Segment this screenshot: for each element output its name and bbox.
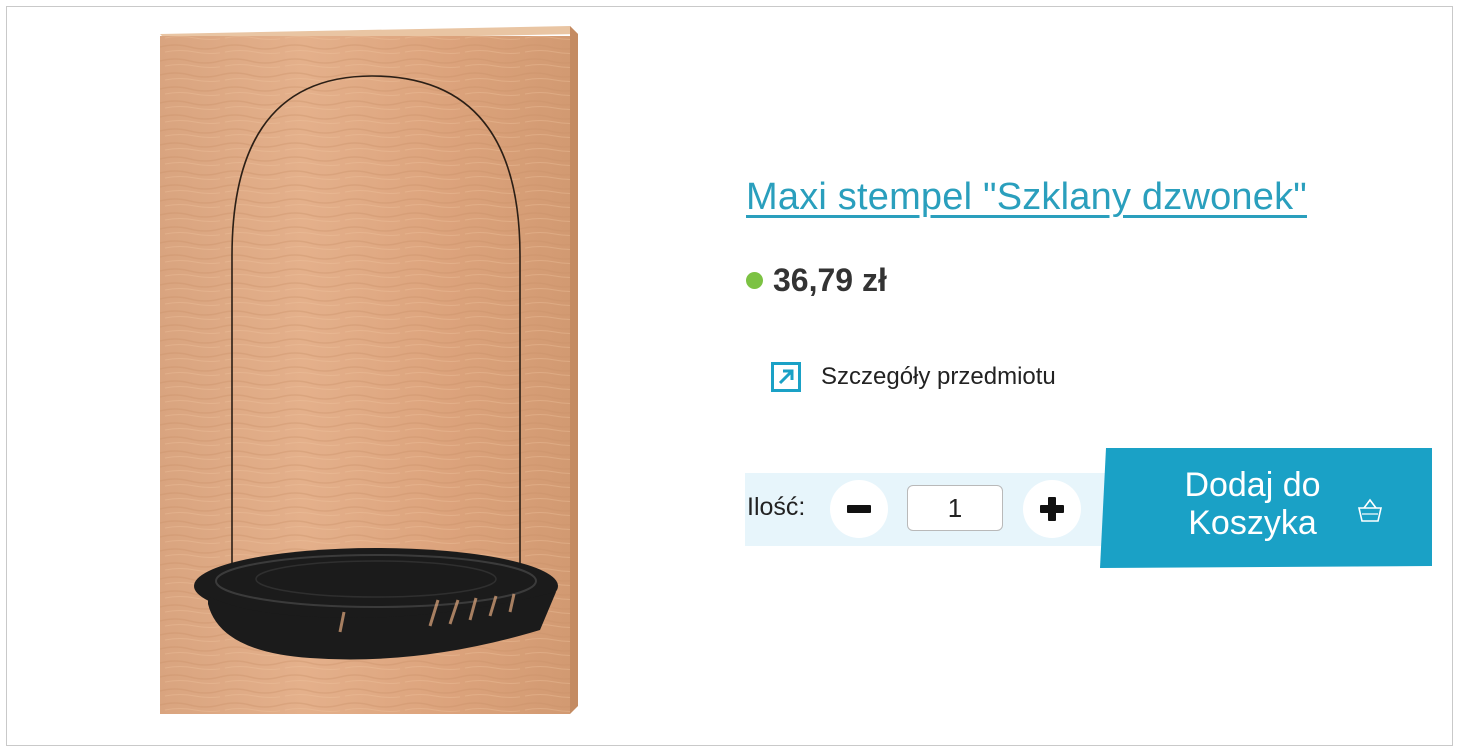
- plus-icon: [1040, 497, 1064, 521]
- availability-dot-icon: [746, 272, 763, 289]
- price-row: 36,79 zł: [746, 262, 887, 299]
- product-details-link[interactable]: Szczegóły przedmiotu: [771, 362, 1056, 392]
- product-title-link[interactable]: Maxi stempel "Szklany dzwonek": [746, 176, 1307, 219]
- product-price: 36,79 zł: [773, 262, 887, 298]
- product-details-label: Szczegóły przedmiotu: [821, 363, 1056, 390]
- product-image[interactable]: [160, 26, 580, 716]
- add-to-cart-label: Dodaj do Koszyka: [1184, 466, 1321, 542]
- quantity-decrement-button[interactable]: [830, 480, 888, 538]
- quantity-increment-button[interactable]: [1023, 480, 1081, 538]
- quantity-input[interactable]: [907, 485, 1003, 531]
- minus-icon: [847, 505, 871, 513]
- quantity-label: Ilość:: [747, 493, 806, 521]
- add-to-cart-button[interactable]: Dodaj do Koszyka: [1100, 448, 1432, 568]
- external-link-arrow-icon: [771, 362, 801, 392]
- basket-icon: [1357, 498, 1383, 522]
- wooden-stamp-image: [160, 26, 578, 714]
